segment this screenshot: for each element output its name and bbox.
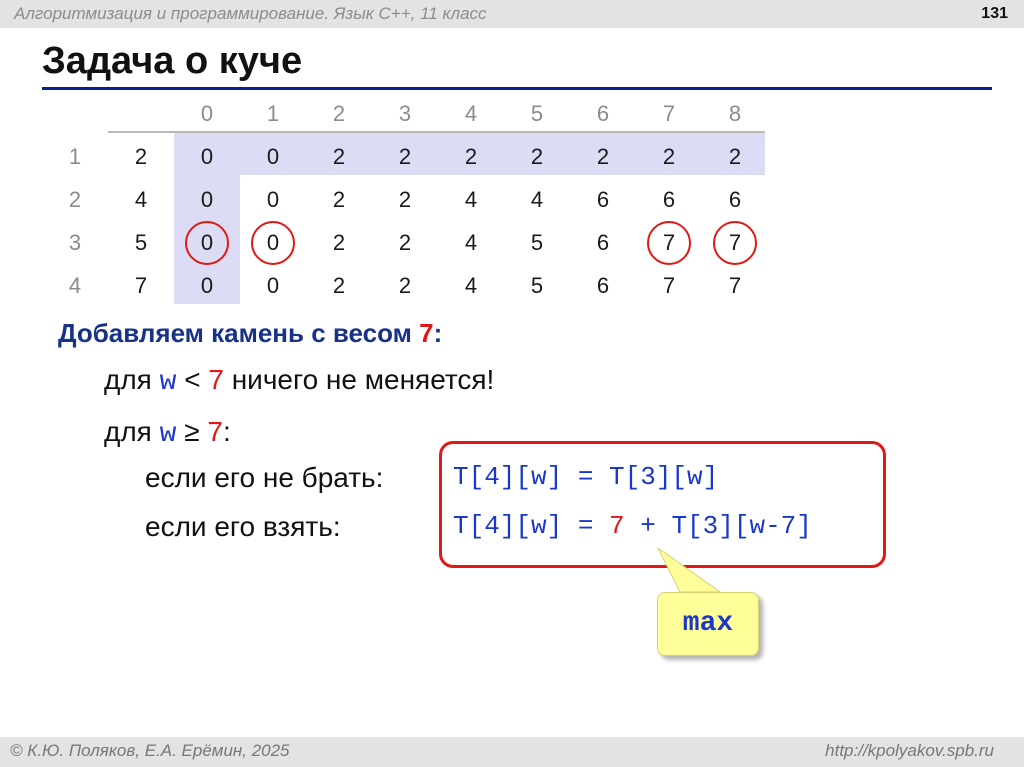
rule-greater-equal: для w ≥ 7: [104, 416, 231, 450]
table-cell: 7 [728, 273, 742, 298]
formula-not-take: T[4][w] = T[3][w] [453, 462, 719, 492]
column-header: 5 [530, 101, 544, 126]
rule-less-var: w [159, 367, 177, 398]
column-header: 8 [728, 101, 742, 126]
formula-take-suffix: + T[3][w-7] [624, 511, 812, 541]
rule-less-than: для w < 7 ничего не меняется! [104, 364, 494, 398]
formula-take-prefix: T[4][w] = [453, 511, 610, 541]
row-index: 3 [68, 230, 82, 255]
table-cell: 4 [530, 187, 544, 212]
circle-highlight [185, 221, 229, 265]
column-header: 0 [200, 101, 214, 126]
callout-max: max [682, 608, 734, 639]
footer-site: http://kpolyakov.spb.ru [825, 741, 994, 760]
table-cell: 0 [266, 144, 280, 169]
rule-less-value: 7 [208, 364, 224, 395]
table-cell: 5 [530, 230, 544, 255]
row-index: 2 [68, 187, 82, 212]
table-cell: 2 [398, 187, 412, 212]
column-header: 2 [332, 101, 346, 126]
table-cell: 4 [464, 230, 478, 255]
add-stone-weight: 7 [419, 318, 434, 348]
column-header: 7 [662, 101, 676, 126]
circle-highlight [251, 221, 295, 265]
table-cell: 6 [596, 230, 610, 255]
table-cell: 5 [530, 273, 544, 298]
column-header: 6 [596, 101, 610, 126]
table-cell: 0 [200, 187, 214, 212]
table-cell: 2 [398, 144, 412, 169]
table-cell: 6 [662, 187, 676, 212]
not-take-label: если его не брать: [145, 462, 384, 493]
rule-less-prefix: для [104, 364, 160, 395]
table-cell: 0 [200, 144, 214, 169]
circle-highlight [713, 221, 757, 265]
row-index: 4 [68, 273, 82, 298]
table-cell: 2 [398, 230, 412, 255]
rule-ge-op: ≥ [176, 416, 208, 447]
row-weight: 7 [134, 273, 148, 298]
table-cell: 6 [596, 273, 610, 298]
column-header: 1 [266, 101, 280, 126]
table-cell: 0 [200, 273, 214, 298]
table-cell: 2 [596, 144, 610, 169]
table-cell: 2 [332, 273, 346, 298]
add-stone-prefix: Добавляем камень с весом [58, 318, 420, 348]
table-cell: 2 [530, 144, 544, 169]
table-cell: 6 [596, 187, 610, 212]
row-weight: 5 [134, 230, 148, 255]
rule-ge-value: 7 [207, 416, 223, 447]
table-cell: 2 [332, 230, 346, 255]
table-cell: 2 [332, 187, 346, 212]
add-stone-heading: Добавляем камень с весом 7: [58, 318, 442, 349]
add-stone-suffix: : [433, 318, 443, 348]
row-weight: 4 [134, 187, 148, 212]
table-cell: 7 [662, 273, 676, 298]
table-cell: 4 [464, 273, 478, 298]
take-label: если его взять: [145, 511, 341, 542]
table-cell: 6 [728, 187, 742, 212]
footer-author: © К.Ю. Поляков, Е.А. Ерёмин, 2025 [10, 741, 290, 760]
row-index: 1 [68, 144, 82, 169]
table-cell: 0 [266, 187, 280, 212]
table-cell: 2 [464, 144, 478, 169]
rule-less-suffix: ничего не меняется! [223, 364, 495, 395]
table-cell: 2 [332, 144, 346, 169]
table-cell: 2 [398, 273, 412, 298]
table-cell: 0 [266, 273, 280, 298]
rule-ge-suffix: : [222, 416, 231, 447]
table-cell: 2 [728, 144, 742, 169]
formula-take-weight: 7 [609, 511, 625, 541]
column-header: 3 [398, 101, 412, 126]
row-weight: 2 [134, 144, 148, 169]
rule-less-op: < [176, 364, 209, 395]
column-header: 4 [464, 101, 478, 126]
formula-take: T[4][w] = 7 + T[3][w-7] [453, 511, 812, 541]
rule-ge-prefix: для [104, 416, 160, 447]
rule-ge-var: w [159, 419, 177, 450]
circle-highlight [647, 221, 691, 265]
table-cell: 4 [464, 187, 478, 212]
table-cell: 2 [662, 144, 676, 169]
